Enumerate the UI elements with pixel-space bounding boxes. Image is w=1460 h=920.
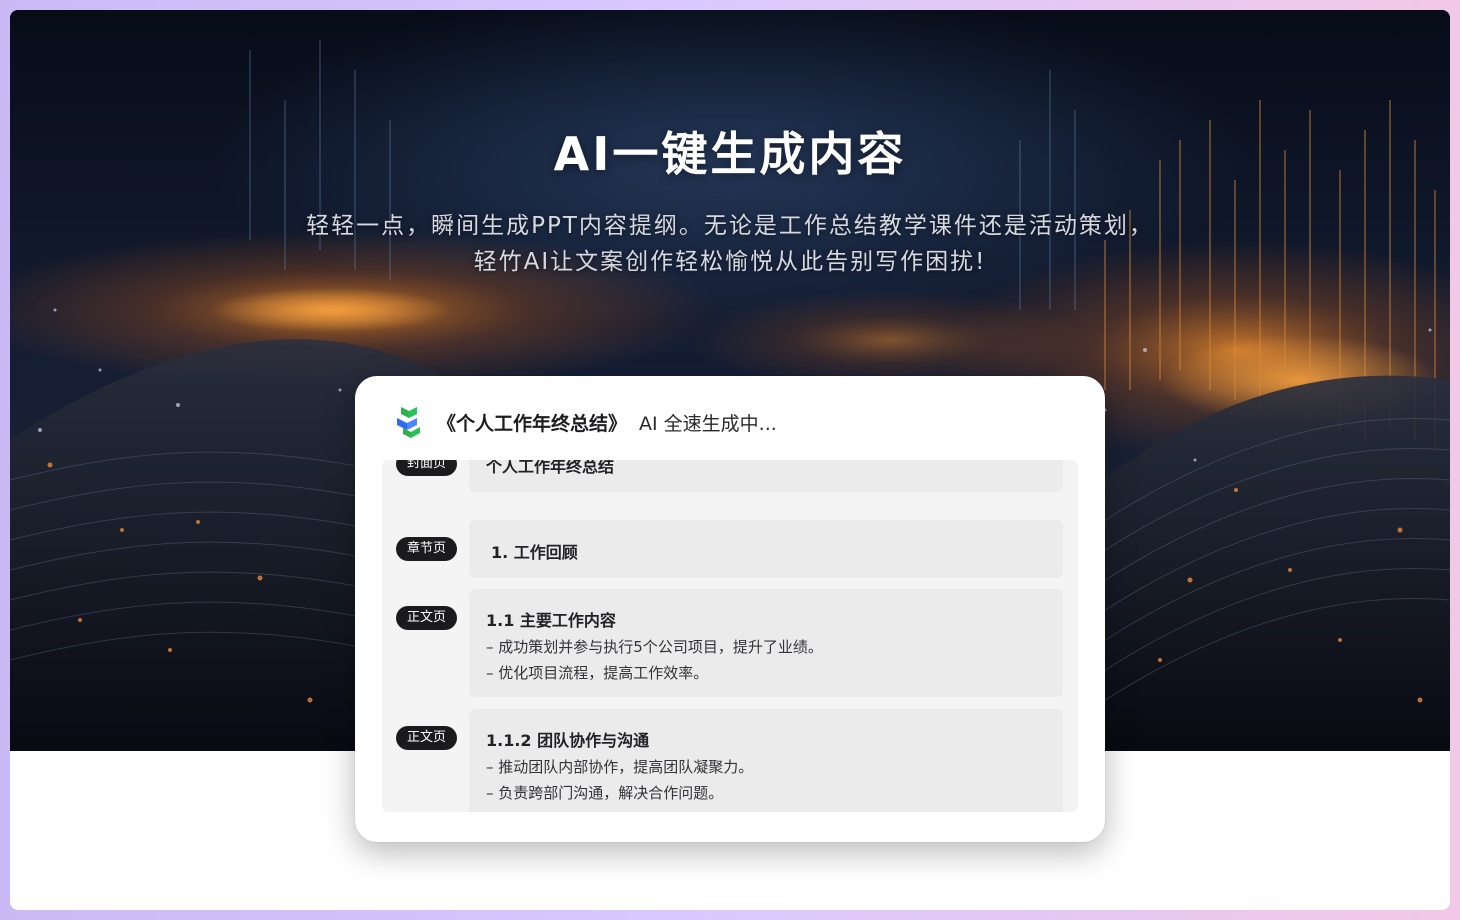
hero-subtitle-line1: 轻轻一点，瞬间生成PPT内容提纲。无论是工作总结教学课件还是活动策划，	[306, 213, 1154, 239]
page-type-tag: 封面页	[396, 460, 458, 476]
hero-subtitle-line2: 轻竹AI让文案创作轻松愉悦从此告别写作困扰!	[473, 249, 987, 275]
outline-item-title: 1.1 主要工作内容	[486, 611, 616, 630]
card-header: 《个人工作年终总结》 AI 全速生成中...	[395, 404, 777, 440]
outline-item-line: – 负责跨部门沟通，解决合作问题。	[486, 784, 724, 802]
hero-title: AI一键生成内容	[553, 127, 907, 181]
outline-content: 个人工作年终总结	[469, 460, 1063, 492]
app-frame: AI一键生成内容 轻轻一点，瞬间生成PPT内容提纲。无论是工作总结教学课件还是活…	[10, 10, 1450, 910]
document-title: 《个人工作年终总结》	[437, 412, 628, 435]
outline-item-line: – 优化项目流程，提高工作效率。	[486, 664, 709, 682]
outline-item-title: 1.1.2 团队协作与沟通	[486, 731, 650, 750]
page-type-tag: 章节页	[396, 537, 458, 561]
outline-content: 1.1 主要工作内容 – 成功策划并参与执行5个公司项目，提升了业绩。 – 优化…	[469, 589, 1063, 697]
generation-card: 《个人工作年终总结》 AI 全速生成中... 封面页 个人工作年终总结 章节页 …	[355, 376, 1105, 842]
bamboo-logo-icon	[397, 407, 420, 438]
outline-item-line: – 推动团队内部协作，提高团队凝聚力。	[486, 758, 754, 776]
outline-content: 1.1.2 团队协作与沟通 – 推动团队内部协作，提高团队凝聚力。 – 负责跨部…	[469, 709, 1063, 812]
outline-item-title: 1. 工作回顾	[491, 543, 578, 562]
outline-item-title: 个人工作年终总结	[486, 460, 615, 476]
outline-content: 1. 工作回顾	[469, 520, 1063, 578]
generation-status: AI 全速生成中...	[639, 412, 777, 435]
outline-item-line: – 成功策划并参与执行5个公司项目，提升了业绩。	[486, 638, 823, 656]
outline-list[interactable]: 封面页 个人工作年终总结 章节页 1. 工作回顾 正文页 1.1 主要工作内容 …	[382, 460, 1078, 812]
page-type-tag: 正文页	[396, 606, 458, 630]
page-type-tag: 正文页	[396, 726, 458, 750]
